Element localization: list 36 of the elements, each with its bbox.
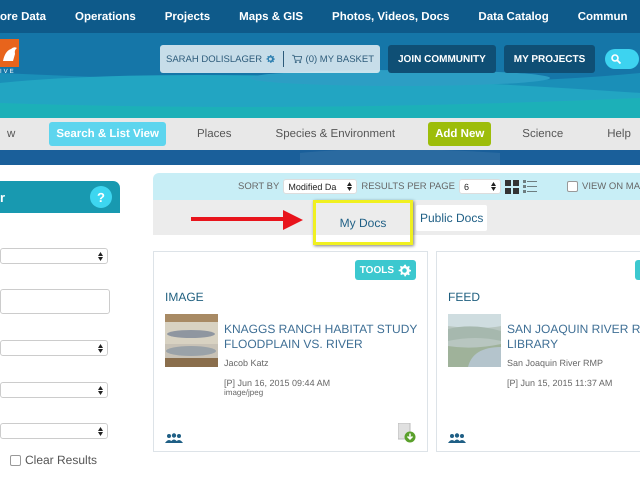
per-page-label: RESULTS PER PAGE <box>361 181 455 192</box>
sort-select[interactable]: Modified Da <box>283 179 358 194</box>
user-name[interactable]: SARAH DOLISLAGER <box>166 54 262 64</box>
nav-tab[interactable]: Science <box>515 122 570 146</box>
document-author: San Joaquin River RMP <box>507 358 604 368</box>
nav-link[interactable]: Photos, Videos, Docs <box>332 10 450 22</box>
document-type: IMAGE <box>165 290 205 304</box>
filter-title: r <box>0 190 6 204</box>
nav-link[interactable]: Projects <box>164 10 210 22</box>
nav-link[interactable]: Commun <box>578 10 628 22</box>
header-button[interactable]: JOIN COMMUNITY <box>388 45 496 73</box>
document-date: [P] Jun 16, 2015 09:44 AM <box>224 378 332 388</box>
header-button[interactable]: MY PROJECTS <box>504 45 596 73</box>
document-mime: image/jpeg <box>224 388 264 397</box>
document-type: FEED <box>448 290 482 304</box>
nav-tab[interactable]: w <box>0 122 22 146</box>
docs-tab[interactable]: Public Docs <box>416 204 488 230</box>
nav-tab[interactable]: Places <box>190 122 239 146</box>
map-view-label: VIEW ON MA <box>582 181 640 192</box>
nav-link[interactable]: ore Data <box>0 10 46 22</box>
basket-link[interactable]: (0) MY BASKET <box>306 54 374 64</box>
checkbox-label: Clear Results <box>25 453 98 467</box>
nav-tab[interactable]: Species & Environment <box>268 122 402 146</box>
nav-link[interactable]: Operations <box>75 10 136 22</box>
document-date: [P] Jun 15, 2015 11:37 AM <box>507 378 614 388</box>
document-title[interactable]: SAN JOAQUIN RIVER R <box>507 322 640 337</box>
document-title[interactable]: KNAGGS RANCH HABITAT STUDY <box>224 322 418 337</box>
per-page-select[interactable]: 6 <box>458 179 501 194</box>
docs-tab[interactable]: My Docs <box>336 210 390 236</box>
document-author: Jacob Katz <box>224 358 270 368</box>
document-title[interactable]: FLOODPLAIN VS. RIVER <box>224 337 418 352</box>
nav-tab[interactable]: Help <box>600 122 638 146</box>
nav-link[interactable]: Data Catalog <box>478 10 549 22</box>
sort-label: SORT BY <box>238 181 280 192</box>
nav-link[interactable]: Maps & GIS <box>239 10 304 22</box>
document-title[interactable]: LIBRARY <box>507 337 640 352</box>
